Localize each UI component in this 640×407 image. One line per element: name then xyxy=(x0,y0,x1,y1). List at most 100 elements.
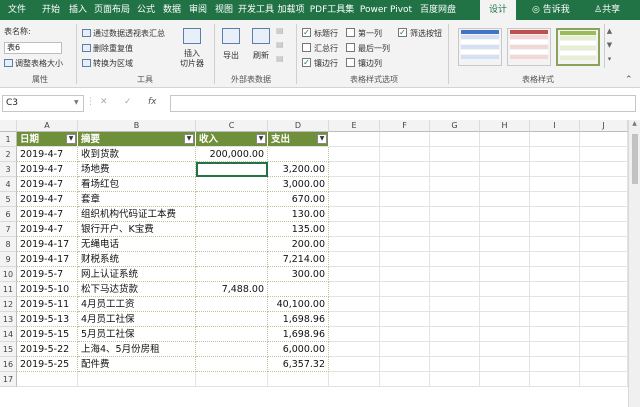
table-cell[interactable] xyxy=(196,357,268,372)
column-header-f[interactable]: F xyxy=(380,120,430,132)
grid-cell[interactable] xyxy=(430,162,480,177)
table-header-cell[interactable]: 支出 ▼ xyxy=(268,132,329,147)
grid-cell[interactable] xyxy=(430,147,480,162)
column-header-a[interactable]: A xyxy=(17,120,78,132)
grid-cell[interactable] xyxy=(430,207,480,222)
tab-data[interactable]: 数据 xyxy=(160,0,184,20)
grid-cell[interactable] xyxy=(430,132,480,147)
grid-cell[interactable] xyxy=(329,222,380,237)
banded-columns-checkbox[interactable] xyxy=(346,58,355,67)
grid-cell[interactable] xyxy=(580,192,628,207)
grid-cell[interactable] xyxy=(329,267,380,282)
grid-cell[interactable] xyxy=(480,372,530,387)
summarize-pivot-button[interactable]: 通过数据透视表汇总 xyxy=(82,28,165,39)
grid-cell[interactable] xyxy=(329,312,380,327)
grid-cell[interactable] xyxy=(430,252,480,267)
table-cell[interactable]: 2019-4-7 xyxy=(17,207,78,222)
tab-pdf-tools[interactable]: PDF工具集 xyxy=(308,0,356,20)
table-cell[interactable] xyxy=(268,282,329,297)
row-header[interactable]: 10 xyxy=(0,267,17,282)
table-cell[interactable]: 看场红包 xyxy=(78,177,196,192)
grid-cell[interactable] xyxy=(380,192,430,207)
grid-cell[interactable] xyxy=(430,267,480,282)
grid-cell[interactable] xyxy=(430,177,480,192)
grid-cell[interactable] xyxy=(480,207,530,222)
grid-cell[interactable] xyxy=(480,312,530,327)
column-header-e[interactable]: E xyxy=(329,120,380,132)
unlink-icon[interactable]: ▤ xyxy=(276,54,284,63)
column-header-b[interactable]: B xyxy=(78,120,196,132)
cancel-icon[interactable]: ✕ xyxy=(100,97,108,107)
grid-cell[interactable] xyxy=(480,177,530,192)
scroll-up-icon[interactable]: ▲ xyxy=(605,24,614,38)
table-cell[interactable]: 场地费 xyxy=(78,162,196,177)
table-cell[interactable]: 130.00 xyxy=(268,207,329,222)
grid-cell[interactable] xyxy=(480,222,530,237)
grid-cell[interactable] xyxy=(480,162,530,177)
grid-cell[interactable] xyxy=(530,297,580,312)
table-cell[interactable]: 2019-4-17 xyxy=(17,237,78,252)
table-cell[interactable]: 2019-5-10 xyxy=(17,282,78,297)
grid-cell[interactable] xyxy=(530,147,580,162)
grid-cell[interactable] xyxy=(580,372,628,387)
grid-cell[interactable] xyxy=(380,357,430,372)
grid-cell[interactable] xyxy=(580,237,628,252)
tab-view[interactable]: 视图 xyxy=(212,0,236,20)
more-styles-icon[interactable]: ▾ xyxy=(605,52,614,66)
refresh-label[interactable]: 刷新 xyxy=(253,50,269,61)
grid-cell[interactable] xyxy=(380,372,430,387)
formula-bar-grip-icon[interactable]: ⋮ xyxy=(86,97,95,107)
name-box-dropdown-icon[interactable]: ▼ xyxy=(74,99,79,106)
filter-dropdown-icon[interactable]: ▼ xyxy=(256,134,266,144)
first-column-checkbox[interactable] xyxy=(346,28,355,37)
grid-cell[interactable] xyxy=(580,147,628,162)
row-header[interactable]: 6 xyxy=(0,207,17,222)
column-header-c[interactable]: C xyxy=(196,120,268,132)
grid-cell[interactable] xyxy=(480,132,530,147)
grid-cell[interactable] xyxy=(430,237,480,252)
table-cell[interactable] xyxy=(268,147,329,162)
table-style-green-selected[interactable] xyxy=(556,28,600,66)
table-cell[interactable]: 6,000.00 xyxy=(268,342,329,357)
row-header[interactable]: 16 xyxy=(0,357,17,372)
table-cell[interactable]: 3,000.00 xyxy=(268,177,329,192)
open-in-browser-icon[interactable]: ▤ xyxy=(276,40,284,49)
table-cell[interactable]: 套章 xyxy=(78,192,196,207)
row-header[interactable]: 5 xyxy=(0,192,17,207)
table-cell[interactable]: 4月员工社保 xyxy=(78,312,196,327)
grid-cell[interactable] xyxy=(530,312,580,327)
grid-cell[interactable] xyxy=(380,252,430,267)
table-cell[interactable]: 配件费 xyxy=(78,357,196,372)
table-cell[interactable]: 2019-5-11 xyxy=(17,297,78,312)
table-cell[interactable]: 2019-4-17 xyxy=(17,252,78,267)
row-header[interactable]: 14 xyxy=(0,327,17,342)
grid-cell[interactable] xyxy=(430,342,480,357)
grid-cell[interactable] xyxy=(530,162,580,177)
column-header-h[interactable]: H xyxy=(480,120,530,132)
grid-cell[interactable] xyxy=(268,372,329,387)
grid-cell[interactable] xyxy=(480,282,530,297)
row-header[interactable]: 1 xyxy=(0,132,17,147)
tell-me-search[interactable]: ◎ 告诉我 xyxy=(532,0,570,20)
table-style-red[interactable] xyxy=(507,28,551,66)
grid-cell[interactable] xyxy=(380,342,430,357)
tab-developer[interactable]: 开发工具 xyxy=(238,0,274,20)
row-header[interactable]: 2 xyxy=(0,147,17,162)
enter-icon[interactable]: ✓ xyxy=(124,97,132,107)
grid-cell[interactable] xyxy=(480,192,530,207)
grid-cell[interactable] xyxy=(380,282,430,297)
grid-cell[interactable] xyxy=(580,252,628,267)
table-cell[interactable]: 收到货款 xyxy=(78,147,196,162)
table-cell[interactable]: 1,698.96 xyxy=(268,327,329,342)
table-name-input[interactable]: 表6 xyxy=(4,42,62,54)
table-cell[interactable]: 3,200.00 xyxy=(268,162,329,177)
resize-table-button[interactable]: 调整表格大小 xyxy=(4,58,63,69)
grid-cell[interactable] xyxy=(580,282,628,297)
table-cell[interactable]: 组织机构代码证工本费 xyxy=(78,207,196,222)
last-column-checkbox[interactable] xyxy=(346,43,355,52)
formula-input[interactable] xyxy=(170,95,636,112)
table-cell[interactable]: 40,100.00 xyxy=(268,297,329,312)
grid-cell[interactable] xyxy=(380,207,430,222)
insert-slicer-label-2[interactable]: 切片器 xyxy=(180,58,204,69)
tab-formulas[interactable]: 公式 xyxy=(134,0,158,20)
